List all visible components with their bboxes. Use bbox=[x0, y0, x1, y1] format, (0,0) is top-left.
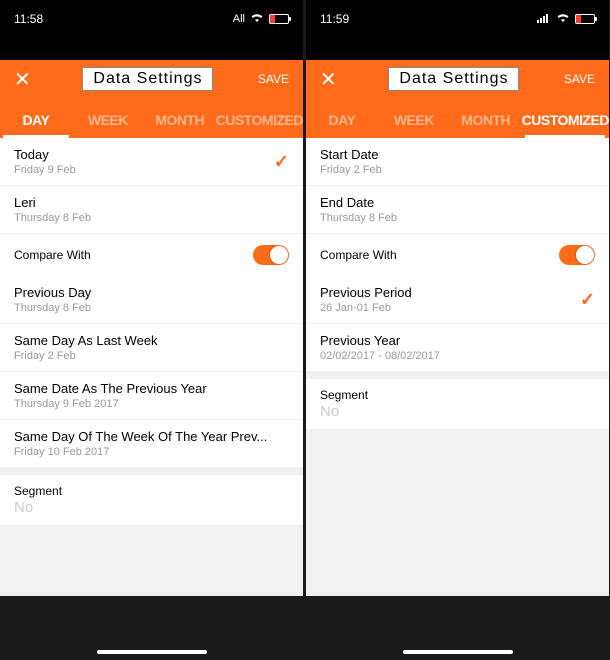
content: Start Date Friday 2 Feb End Date Thursda… bbox=[306, 138, 609, 660]
tabs: DAY WEEK MONTH CUSTOMIZED bbox=[0, 98, 303, 138]
phone-left: 11:58 All ✕ Data Settings SAVE DAY WEEK … bbox=[0, 0, 303, 660]
title-container: Data Settings bbox=[38, 67, 258, 91]
home-indicator[interactable] bbox=[403, 650, 513, 654]
tab-customized[interactable]: CUSTOMIZED bbox=[522, 112, 609, 138]
status-right bbox=[537, 12, 595, 26]
header: ✕ Data Settings SAVE bbox=[306, 60, 609, 98]
compare-option-prev-period[interactable]: Previous Period 26 Jan-01 Feb ✓ bbox=[306, 276, 609, 324]
save-button[interactable]: SAVE bbox=[564, 72, 595, 86]
compare-label: Compare With bbox=[14, 248, 91, 262]
status-bar: 11:59 bbox=[306, 0, 609, 38]
option-title: Previous Year bbox=[320, 333, 595, 348]
tab-customized[interactable]: CUSTOMIZED bbox=[216, 112, 303, 138]
tab-week[interactable]: WEEK bbox=[72, 112, 144, 138]
status-right: All bbox=[233, 12, 289, 26]
bottom-area bbox=[0, 596, 610, 660]
home-bar-left bbox=[0, 596, 303, 660]
compare-option-same-date-year[interactable]: Same Date As The Previous Year Thursday … bbox=[0, 372, 303, 420]
option-sub: 02/02/2017 - 08/02/2017 bbox=[320, 350, 595, 362]
segment-label: Segment bbox=[320, 388, 595, 402]
home-bar-right bbox=[306, 596, 609, 660]
compare-option-prev-day[interactable]: Previous Day Thursday 8 Feb bbox=[0, 276, 303, 324]
content: Today Friday 9 Feb ✓ Leri Thursday 8 Feb… bbox=[0, 138, 303, 660]
battery-icon bbox=[575, 14, 595, 24]
title-container: Data Settings bbox=[344, 67, 564, 91]
wifi-icon bbox=[250, 12, 264, 26]
option-sub: 26 Jan-01 Feb bbox=[320, 302, 595, 314]
close-icon[interactable]: ✕ bbox=[320, 67, 344, 92]
option-title: Previous Day bbox=[14, 285, 289, 300]
date-range-card: Start Date Friday 2 Feb End Date Thursda… bbox=[306, 138, 609, 371]
tab-month[interactable]: MONTH bbox=[450, 112, 522, 138]
option-title: Same Day As Last Week bbox=[14, 333, 289, 348]
option-leri[interactable]: Leri Thursday 8 Feb bbox=[0, 186, 303, 234]
home-indicator[interactable] bbox=[97, 650, 207, 654]
close-icon[interactable]: ✕ bbox=[14, 67, 38, 92]
segment-card: Segment No bbox=[0, 475, 303, 525]
page-title: Data Settings bbox=[82, 67, 213, 91]
header: ✕ Data Settings SAVE bbox=[0, 60, 303, 98]
page-title: Data Settings bbox=[388, 67, 519, 91]
carrier-label: All bbox=[233, 13, 245, 25]
option-sub: Thursday 8 Feb bbox=[14, 302, 289, 314]
segment-card: Segment No bbox=[306, 379, 609, 429]
compare-row: Compare With bbox=[0, 234, 303, 276]
end-date-row[interactable]: End Date Thursday 8 Feb bbox=[306, 186, 609, 234]
option-title: Same Day Of The Week Of The Year Prev... bbox=[14, 429, 289, 444]
segment-row[interactable]: Segment No bbox=[306, 379, 609, 429]
compare-label: Compare With bbox=[320, 248, 397, 262]
tab-day[interactable]: DAY bbox=[0, 112, 72, 138]
save-button[interactable]: SAVE bbox=[258, 72, 289, 86]
segment-value: No bbox=[14, 499, 289, 516]
segment-value: No bbox=[320, 403, 595, 420]
signal-icon bbox=[537, 12, 551, 26]
option-sub: Friday 9 Feb bbox=[14, 164, 289, 176]
compare-option-same-day-year[interactable]: Same Day Of The Week Of The Year Prev...… bbox=[0, 420, 303, 467]
battery-icon bbox=[269, 14, 289, 24]
wifi-icon bbox=[556, 12, 570, 26]
tab-day[interactable]: DAY bbox=[306, 112, 378, 138]
compare-toggle[interactable] bbox=[559, 245, 595, 265]
compare-toggle[interactable] bbox=[253, 245, 289, 265]
tabs: DAY WEEK MONTH CUSTOMIZED bbox=[306, 98, 609, 138]
phone-right: 11:59 ✕ Data Settings SAVE DAY WEEK MONT… bbox=[306, 0, 609, 660]
option-sub: Friday 10 Feb 2017 bbox=[14, 446, 289, 458]
gap bbox=[306, 38, 609, 60]
status-time: 11:58 bbox=[14, 12, 43, 26]
compare-option-same-day-week[interactable]: Same Day As Last Week Friday 2 Feb bbox=[0, 324, 303, 372]
option-title: Start Date bbox=[320, 147, 595, 162]
date-options-card: Today Friday 9 Feb ✓ Leri Thursday 8 Feb… bbox=[0, 138, 303, 467]
gap bbox=[0, 38, 303, 60]
status-bar: 11:58 All bbox=[0, 0, 303, 38]
option-sub: Thursday 8 Feb bbox=[14, 212, 289, 224]
tab-month[interactable]: MONTH bbox=[144, 112, 216, 138]
compare-option-prev-year[interactable]: Previous Year 02/02/2017 - 08/02/2017 bbox=[306, 324, 609, 371]
option-sub: Friday 2 Feb bbox=[14, 350, 289, 362]
segment-row[interactable]: Segment No bbox=[0, 475, 303, 525]
option-title: Leri bbox=[14, 195, 289, 210]
option-sub: Thursday 9 Feb 2017 bbox=[14, 398, 289, 410]
option-title: End Date bbox=[320, 195, 595, 210]
status-time: 11:59 bbox=[320, 12, 349, 26]
start-date-row[interactable]: Start Date Friday 2 Feb bbox=[306, 138, 609, 186]
option-today[interactable]: Today Friday 9 Feb ✓ bbox=[0, 138, 303, 186]
compare-row: Compare With bbox=[306, 234, 609, 276]
option-title: Today bbox=[14, 147, 289, 162]
check-icon: ✓ bbox=[274, 151, 289, 172]
option-sub: Thursday 8 Feb bbox=[320, 212, 595, 224]
option-title: Previous Period bbox=[320, 285, 595, 300]
tab-week[interactable]: WEEK bbox=[378, 112, 450, 138]
option-sub: Friday 2 Feb bbox=[320, 164, 595, 176]
option-title: Same Date As The Previous Year bbox=[14, 381, 289, 396]
check-icon: ✓ bbox=[580, 289, 595, 310]
segment-label: Segment bbox=[14, 484, 289, 498]
